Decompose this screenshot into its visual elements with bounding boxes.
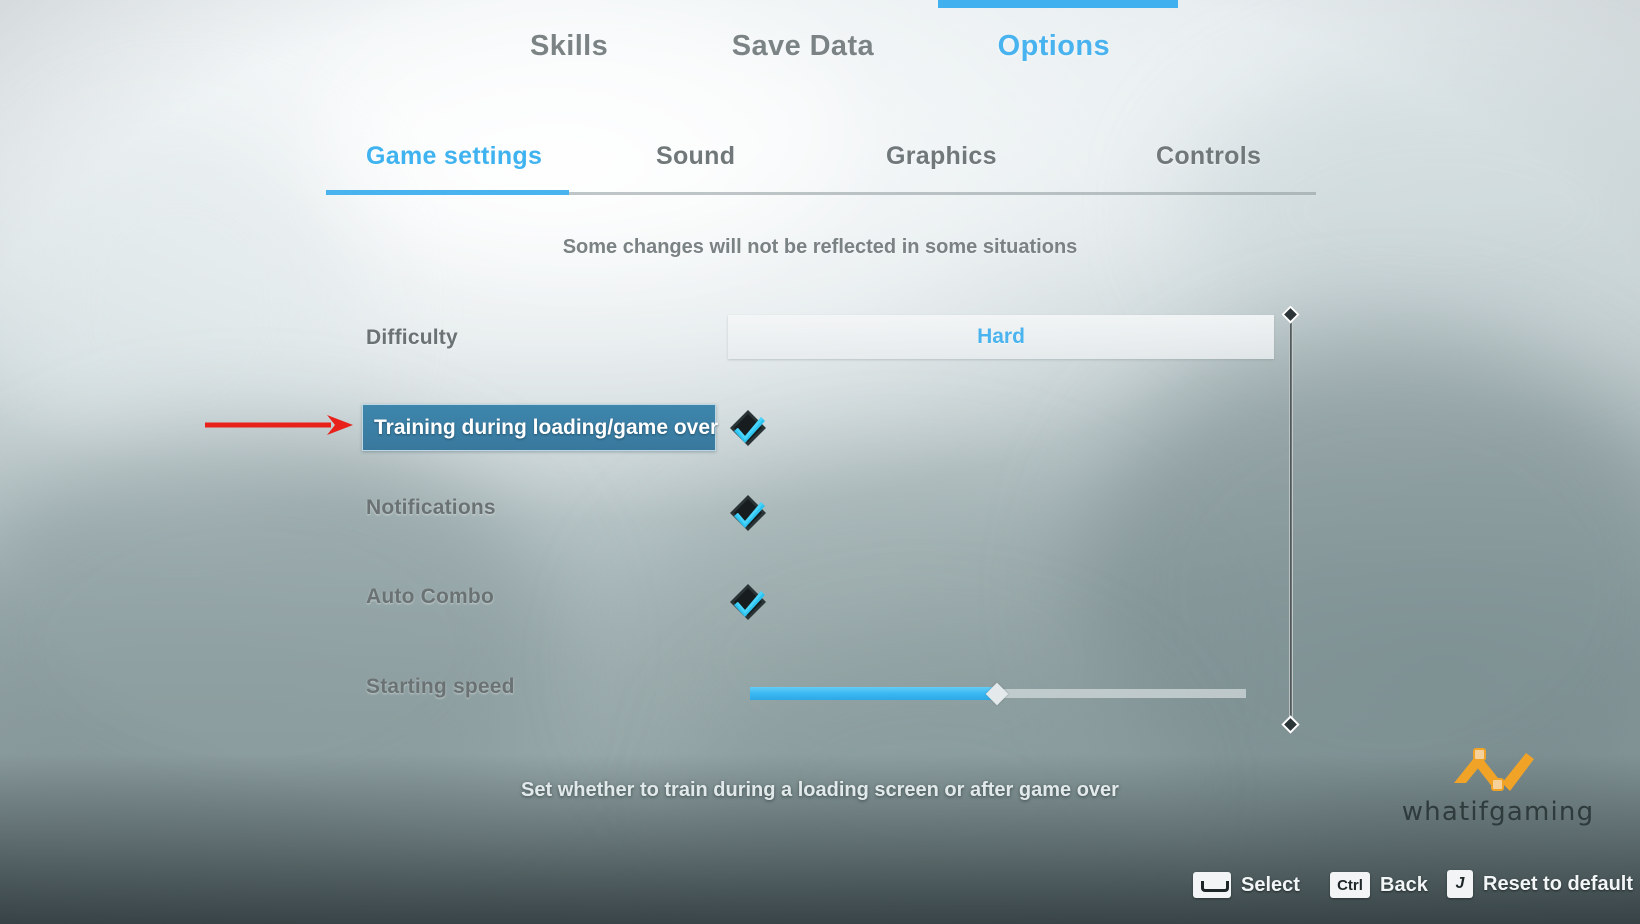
option-label-auto-combo: Auto Combo (366, 585, 494, 608)
vertical-scrollbar[interactable] (1276, 300, 1306, 740)
ctrl-key-icon: Ctrl (1330, 872, 1370, 898)
hint-back[interactable]: Ctrl Back (1330, 872, 1428, 898)
spacebar-key-icon (1193, 872, 1231, 898)
scrollbar-thumb-top[interactable] (1281, 305, 1300, 324)
hint-label-reset: Reset to default (1483, 872, 1634, 895)
starting-speed-slider[interactable] (750, 682, 1246, 706)
difficulty-value[interactable]: Hard (728, 315, 1274, 359)
annotation-arrow-icon (205, 414, 353, 436)
hint-reset-to-default[interactable]: J Reset to default (1447, 870, 1633, 898)
watermark-logo: whatifgaming (1392, 745, 1604, 827)
option-label-starting-speed: Starting speed (366, 675, 515, 698)
option-label-training[interactable]: Training during loading/game over (362, 404, 718, 451)
scrollbar-track[interactable] (1289, 314, 1293, 726)
hint-select[interactable]: Select (1193, 872, 1300, 898)
whatifgaming-mark-icon (1454, 748, 1534, 791)
option-label-difficulty: Difficulty (366, 326, 458, 349)
checkmark-icon[interactable] (726, 580, 770, 624)
footer-hints: Select Ctrl Back J Reset to default (0, 866, 1640, 912)
hint-label-back: Back (1380, 873, 1428, 896)
checkmark-icon[interactable] (726, 406, 770, 450)
scrollbar-thumb-bottom[interactable] (1281, 715, 1300, 734)
hint-label-select: Select (1241, 873, 1300, 896)
checkmark-icon[interactable] (726, 491, 770, 535)
j-key-icon: J (1447, 870, 1473, 898)
option-label-notifications: Notifications (366, 496, 496, 519)
slider-fill (750, 687, 995, 700)
watermark-text: whatifgaming (1401, 797, 1595, 827)
